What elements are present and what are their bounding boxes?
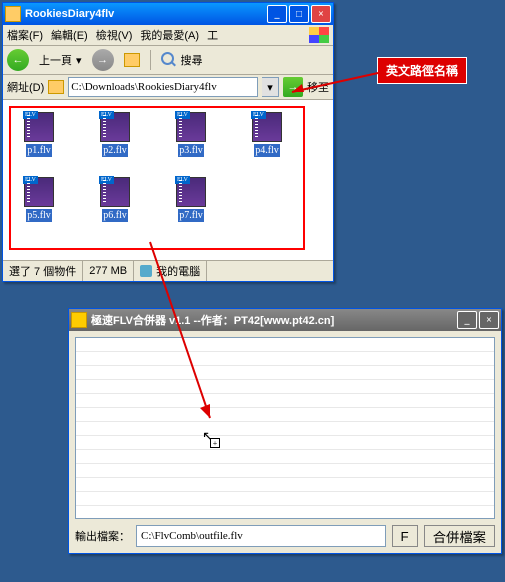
- flv-icon: [100, 112, 130, 142]
- menu-favorites[interactable]: 我的最愛(A): [140, 27, 199, 43]
- menu-tools[interactable]: 工: [207, 27, 218, 43]
- file-area[interactable]: p1.flvp2.flvp3.flvp4.flvp5.flvp6.flvp7.f…: [3, 100, 333, 260]
- flv-icon: [176, 177, 206, 207]
- menu-edit[interactable]: 編輯(E): [51, 27, 88, 43]
- app-icon: [71, 312, 87, 328]
- titlebar[interactable]: RookiesDiary4flv _ □ ×: [3, 3, 333, 25]
- flv-icon: [24, 177, 54, 207]
- menu-view[interactable]: 檢視(V): [96, 27, 133, 43]
- flv-icon: [100, 177, 130, 207]
- forward-button[interactable]: →: [92, 49, 114, 71]
- titlebar[interactable]: 極速FLV合併器 v1.1 --作者：PT42[www.pt42.cn] _ ×: [69, 309, 501, 331]
- search-icon: [161, 52, 177, 68]
- output-row: 輸出檔案： F 合併檔案: [75, 525, 495, 547]
- go-button[interactable]: →: [283, 77, 303, 97]
- status-selection: 選了 7 個物件: [3, 261, 83, 281]
- flv-icon: [24, 112, 54, 142]
- go-label: 移至: [307, 79, 329, 95]
- status-size: 277 MB: [83, 261, 134, 281]
- window-title: RookiesDiary4flv: [25, 8, 267, 20]
- address-label: 網址(D): [7, 79, 44, 95]
- annotation-callout: 英文路徑名稱: [377, 57, 467, 84]
- browse-button[interactable]: F: [392, 525, 418, 547]
- up-button[interactable]: [118, 49, 146, 71]
- toolbar: ← 上一頁 ▾ → 搜尋: [3, 46, 333, 75]
- file-list[interactable]: [75, 337, 495, 519]
- folder-icon: [5, 6, 21, 22]
- maximize-button[interactable]: □: [289, 5, 309, 23]
- close-button[interactable]: ×: [479, 311, 499, 329]
- address-dropdown[interactable]: ▾: [262, 77, 279, 97]
- output-path-input[interactable]: [136, 525, 386, 547]
- output-label: 輸出檔案：: [75, 528, 130, 544]
- merge-button[interactable]: 合併檔案: [424, 525, 495, 547]
- computer-icon: [140, 265, 152, 277]
- window-title: 極速FLV合併器 v1.1 --作者：PT42[www.pt42.cn]: [91, 312, 457, 328]
- flv-icon: [252, 112, 282, 142]
- close-button[interactable]: ×: [311, 5, 331, 23]
- explorer-window: RookiesDiary4flv _ □ × 檔案(F) 編輯(E) 檢視(V)…: [2, 2, 334, 282]
- status-bar: 選了 7 個物件 277 MB 我的電腦: [3, 260, 333, 281]
- address-input[interactable]: [68, 77, 258, 97]
- address-bar: 網址(D) ▾ → 移至: [3, 75, 333, 100]
- back-label[interactable]: 上一頁 ▾: [33, 49, 88, 71]
- list-row: [76, 338, 494, 352]
- back-button[interactable]: ←: [7, 49, 29, 71]
- menu-bar: 檔案(F) 編輯(E) 檢視(V) 我的最愛(A) 工: [3, 25, 333, 46]
- flvcomb-window: 極速FLV合併器 v1.1 --作者：PT42[www.pt42.cn] _ ×…: [68, 308, 502, 554]
- status-location: 我的電腦: [134, 261, 207, 281]
- folder-up-icon: [124, 53, 140, 67]
- menu-file[interactable]: 檔案(F): [7, 27, 43, 43]
- minimize-button[interactable]: _: [457, 311, 477, 329]
- folder-icon: [48, 80, 64, 94]
- search-button[interactable]: 搜尋: [155, 49, 209, 71]
- flv-icon: [176, 112, 206, 142]
- windows-logo-icon: [309, 27, 329, 43]
- minimize-button[interactable]: _: [267, 5, 287, 23]
